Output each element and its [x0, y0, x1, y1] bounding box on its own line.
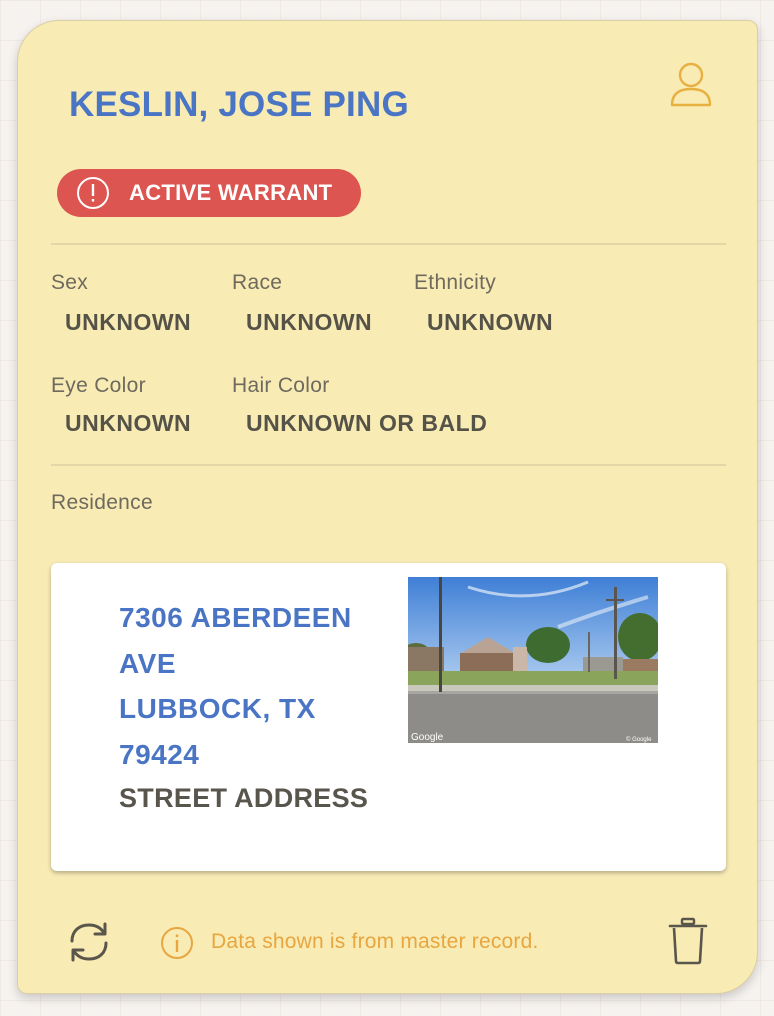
data-source-info: Data shown is from master record.: [211, 930, 539, 953]
hair-color-value: UNKNOWN OR BALD: [246, 410, 488, 436]
sex-value: UNKNOWN: [65, 309, 192, 335]
divider: [51, 243, 726, 245]
ethnicity-label: Ethnicity: [414, 271, 497, 294]
warrant-label: ACTIVE WARRANT: [129, 180, 333, 205]
person-card: KESLIN, JOSE PING ACTIVE WARRANT Sex UNK…: [17, 20, 758, 994]
address-line: LUBBOCK, TX: [119, 693, 316, 724]
eye-color-value: UNKNOWN: [65, 410, 192, 436]
residence-address[interactable]: 7306 ABERDEEN AVE LUBBOCK, TX 79424: [119, 595, 379, 777]
address-line: 79424: [119, 738, 200, 770]
active-warrant-badge[interactable]: ACTIVE WARRANT: [57, 169, 361, 217]
refresh-icon[interactable]: [66, 919, 112, 965]
race-value: UNKNOWN: [246, 309, 373, 335]
image-credit: Google: [411, 732, 444, 743]
residence-section-label: Residence: [51, 491, 153, 514]
address-line: AVE: [119, 647, 176, 679]
street-view-image[interactable]: Google © Google: [408, 577, 658, 743]
address-line: 7306 ABERDEEN: [119, 602, 352, 633]
divider: [51, 464, 726, 466]
alert-circle-icon: [77, 177, 109, 209]
person-icon[interactable]: [669, 61, 713, 109]
image-copyright: © Google: [626, 736, 652, 743]
ethnicity-value: UNKNOWN: [427, 309, 554, 335]
race-label: Race: [232, 271, 283, 294]
address-type: STREET ADDRESS: [119, 783, 369, 813]
eye-color-label: Eye Color: [51, 374, 146, 397]
residence-card[interactable]: 7306 ABERDEEN AVE LUBBOCK, TX 79424 STRE…: [51, 563, 726, 871]
trash-icon[interactable]: [668, 917, 708, 965]
info-icon: [161, 927, 193, 959]
person-name[interactable]: KESLIN, JOSE PING: [69, 85, 409, 125]
hair-color-label: Hair Color: [232, 374, 330, 397]
sex-label: Sex: [51, 271, 89, 294]
